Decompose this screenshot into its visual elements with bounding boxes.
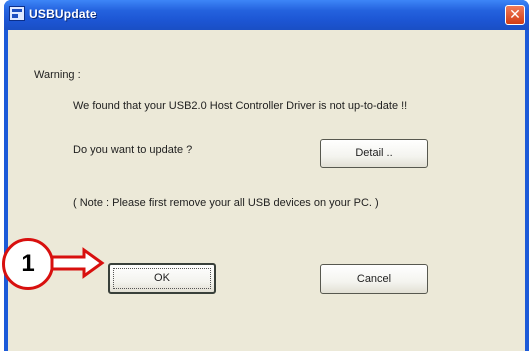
- detail-button[interactable]: Detail ..: [320, 139, 428, 168]
- arrow-right-icon: [50, 247, 105, 279]
- dialog-body: Warning : We found that your USB2.0 Host…: [8, 30, 525, 351]
- ok-button[interactable]: OK: [108, 263, 216, 294]
- app-icon: [9, 6, 25, 21]
- window-title: USBUpdate: [29, 7, 97, 21]
- cancel-button-label: Cancel: [356, 273, 392, 285]
- update-question: Do you want to update ?: [73, 144, 193, 156]
- focus-rectangle: [113, 268, 211, 289]
- close-icon: ✕: [509, 7, 521, 23]
- note-text: ( Note : Please first remove your all US…: [73, 197, 379, 209]
- title-bar[interactable]: USBUpdate ✕: [4, 0, 529, 30]
- cancel-button[interactable]: Cancel: [320, 264, 428, 294]
- detail-button-label: Detail ..: [355, 147, 393, 159]
- dialog-window: USBUpdate ✕ Warning : We found that your…: [4, 0, 529, 351]
- warning-message: We found that your USB2.0 Host Controlle…: [73, 100, 408, 112]
- step-number-badge: 1: [2, 238, 54, 290]
- close-button[interactable]: ✕: [505, 5, 525, 25]
- warning-label: Warning :: [34, 69, 81, 81]
